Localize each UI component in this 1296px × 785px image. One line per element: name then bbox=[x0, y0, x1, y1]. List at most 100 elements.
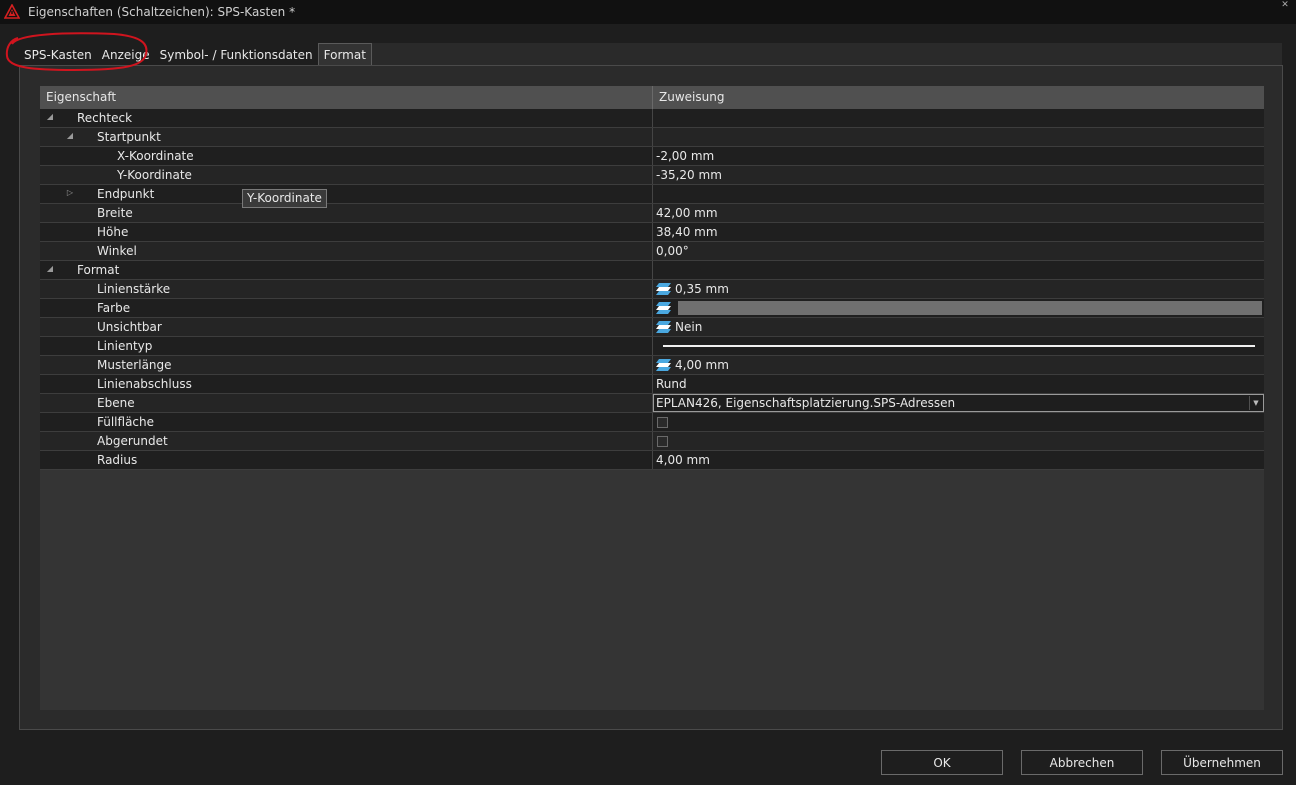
property-name: Linienstärke bbox=[97, 282, 171, 296]
linetype-preview[interactable] bbox=[663, 345, 1255, 347]
property-value-cell[interactable]: 0,00° bbox=[653, 242, 1264, 260]
property-name: Musterlänge bbox=[97, 358, 172, 372]
property-value-cell[interactable] bbox=[653, 185, 1264, 203]
layer-stack-icon[interactable] bbox=[656, 358, 672, 372]
property-name-cell: Abgerundet bbox=[40, 432, 653, 450]
layer-stack-icon[interactable] bbox=[656, 301, 672, 315]
checkbox[interactable] bbox=[657, 416, 668, 428]
property-name: Startpunkt bbox=[97, 130, 161, 144]
grid-row[interactable]: Ebene EPLAN426, Eigenschaftsplatzierung.S… bbox=[40, 394, 1264, 413]
property-value-cell[interactable]: -35,20 mm bbox=[653, 166, 1264, 184]
property-value-cell[interactable]: EPLAN426, Eigenschaftsplatzierung.SPS-Ad… bbox=[653, 394, 1264, 412]
layer-stack-icon[interactable] bbox=[656, 282, 672, 296]
property-value-cell[interactable]: 38,40 mm bbox=[653, 223, 1264, 241]
expanded-triangle-icon[interactable]: ◢ bbox=[65, 131, 75, 140]
property-value-cell[interactable] bbox=[653, 299, 1264, 317]
property-value-cell[interactable]: 4,00 mm bbox=[653, 356, 1264, 374]
grid-row[interactable]: Breite 42,00 mm bbox=[40, 204, 1264, 223]
checkbox[interactable] bbox=[657, 435, 668, 447]
property-name-cell: Y-Koordinate bbox=[40, 166, 653, 184]
grid-rows: ◢ Rechteck ◢ Startpunkt X-Koordinate -2,00 mm… bbox=[40, 109, 1264, 470]
property-value: -35,20 mm bbox=[656, 168, 722, 182]
column-header-zuweisung[interactable]: Zuweisung bbox=[653, 86, 1264, 109]
grid-row[interactable]: X-Koordinate -2,00 mm bbox=[40, 147, 1264, 166]
property-value-cell[interactable] bbox=[653, 413, 1264, 431]
grid-row[interactable]: Winkel 0,00° bbox=[40, 242, 1264, 261]
property-value-cell[interactable]: Rund bbox=[653, 375, 1264, 393]
property-name-cell: Linientyp bbox=[40, 337, 653, 355]
close-icon[interactable]: ✕ bbox=[1278, 0, 1292, 10]
expanded-triangle-icon[interactable]: ◢ bbox=[45, 264, 55, 273]
grid-row[interactable]: Y-Koordinate -35,20 mm bbox=[40, 166, 1264, 185]
property-name: Format bbox=[77, 263, 120, 277]
property-name-cell: Linienstärke bbox=[40, 280, 653, 298]
property-grid: Eigenschaft Zuweisung ◢ Rechteck ◢ Startpun… bbox=[40, 86, 1264, 710]
property-value-cell[interactable]: Nein bbox=[653, 318, 1264, 336]
grid-row[interactable]: Linientyp bbox=[40, 337, 1264, 356]
property-name-cell: Radius bbox=[40, 451, 653, 469]
property-value: 42,00 mm bbox=[656, 206, 718, 220]
property-value-cell[interactable] bbox=[653, 109, 1264, 127]
property-name-cell: Farbe bbox=[40, 299, 653, 317]
property-name-cell: ◢ Startpunkt bbox=[40, 128, 653, 146]
expanded-triangle-icon[interactable]: ◢ bbox=[45, 112, 55, 121]
color-swatch[interactable] bbox=[678, 301, 1262, 315]
grid-row[interactable]: Abgerundet bbox=[40, 432, 1264, 451]
property-value: Nein bbox=[675, 320, 703, 334]
window-title: Eigenschaften (Schaltzeichen): SPS-Kaste… bbox=[28, 5, 296, 19]
property-name: Linientyp bbox=[97, 339, 153, 353]
property-value-cell[interactable] bbox=[653, 128, 1264, 146]
property-name: Breite bbox=[97, 206, 133, 220]
property-name: Füllfläche bbox=[97, 415, 155, 429]
property-name: X-Koordinate bbox=[117, 149, 194, 163]
property-name-cell: Füllfläche bbox=[40, 413, 653, 431]
property-name-cell: Musterlänge bbox=[40, 356, 653, 374]
grid-row[interactable]: ◢ Format bbox=[40, 261, 1264, 280]
grid-row[interactable]: Linienabschluss Rund bbox=[40, 375, 1264, 394]
property-value-cell[interactable]: 4,00 mm bbox=[653, 451, 1264, 469]
grid-row[interactable]: Unsichtbar Nein bbox=[40, 318, 1264, 337]
grid-row[interactable]: Musterlänge 4,00 mm bbox=[40, 356, 1264, 375]
property-value-cell[interactable]: 0,35 mm bbox=[653, 280, 1264, 298]
property-name-cell: ▷ Endpunkt bbox=[40, 185, 653, 203]
property-name-cell: ◢ Rechteck bbox=[40, 109, 653, 127]
grid-row[interactable]: Radius 4,00 mm bbox=[40, 451, 1264, 470]
property-name: Radius bbox=[97, 453, 138, 467]
tab-symbol-funktionsdaten[interactable]: Symbol- / Funktionsdaten bbox=[154, 43, 318, 66]
apply-button[interactable]: Übernehmen bbox=[1161, 750, 1283, 775]
grid-row[interactable]: Linienstärke 0,35 mm bbox=[40, 280, 1264, 299]
property-name: Höhe bbox=[97, 225, 129, 239]
ebene-dropdown[interactable]: EPLAN426, Eigenschaftsplatzierung.SPS-Ad… bbox=[653, 394, 1264, 412]
ok-button[interactable]: OK bbox=[881, 750, 1003, 775]
tab-sps-kasten[interactable]: SPS-Kasten bbox=[19, 43, 97, 66]
grid-row[interactable]: ◢ Rechteck bbox=[40, 109, 1264, 128]
grid-row[interactable]: ◢ Startpunkt bbox=[40, 128, 1264, 147]
property-name-cell: Winkel bbox=[40, 242, 653, 260]
chevron-down-icon[interactable]: ▼ bbox=[1249, 396, 1262, 410]
property-value-cell[interactable] bbox=[653, 337, 1264, 355]
collapsed-triangle-icon[interactable]: ▷ bbox=[65, 188, 75, 197]
column-header-eigenschaft[interactable]: Eigenschaft bbox=[40, 86, 653, 109]
property-name: Ebene bbox=[97, 396, 135, 410]
property-value-cell[interactable]: -2,00 mm bbox=[653, 147, 1264, 165]
layer-stack-icon[interactable] bbox=[656, 320, 672, 334]
property-name-cell: Höhe bbox=[40, 223, 653, 241]
grid-row[interactable]: Füllfläche bbox=[40, 413, 1264, 432]
tab-anzeige[interactable]: Anzeige bbox=[96, 43, 155, 66]
property-name-cell: X-Koordinate bbox=[40, 147, 653, 165]
tab-strip: SPS-Kasten Anzeige Symbol- / Funktionsda… bbox=[19, 43, 372, 66]
grid-header: Eigenschaft Zuweisung bbox=[40, 86, 1264, 109]
cancel-button[interactable]: Abbrechen bbox=[1021, 750, 1143, 775]
property-value-cell[interactable] bbox=[653, 261, 1264, 279]
property-value-cell[interactable] bbox=[653, 432, 1264, 450]
grid-row[interactable]: Höhe 38,40 mm bbox=[40, 223, 1264, 242]
property-name: Winkel bbox=[97, 244, 137, 258]
property-name-cell: Unsichtbar bbox=[40, 318, 653, 336]
property-value-cell[interactable]: 42,00 mm bbox=[653, 204, 1264, 222]
tab-format[interactable]: Format bbox=[317, 43, 372, 66]
property-name-cell: Linienabschluss bbox=[40, 375, 653, 393]
grid-row[interactable]: ▷ Endpunkt bbox=[40, 185, 1264, 204]
title-bar: Eigenschaften (Schaltzeichen): SPS-Kaste… bbox=[0, 0, 1296, 24]
property-name: Endpunkt bbox=[97, 187, 155, 201]
grid-row[interactable]: Farbe bbox=[40, 299, 1264, 318]
